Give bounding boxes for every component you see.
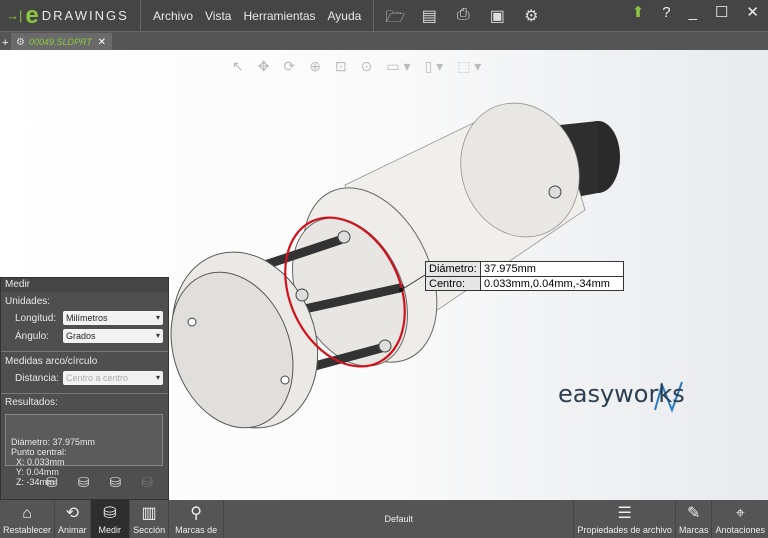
bottom-toolbar: ⌂ Restablecer ⟲ Animar ⛁ Medir ▥ Sección ⚲ Ma… (0, 500, 768, 538)
seccion-button[interactable]: ▥ Sección (130, 500, 170, 538)
menu-archivo[interactable]: Archivo (153, 9, 193, 23)
animar-button[interactable]: ⟲ Animar (55, 500, 91, 538)
stamp-icon: ⚲ (190, 505, 202, 522)
anotaciones-button[interactable]: ⌖ Anotaciones (712, 500, 768, 538)
measure-mode-icon: ⛁ (141, 474, 153, 490)
distancia-select: Centro a centro (63, 371, 163, 385)
measure-panel: Medir Unidades: Longitud:Milímetros Ángu… (0, 277, 169, 500)
measure-mode-icon[interactable]: ⛁ (78, 474, 90, 491)
tab-document[interactable]: ⚙ 00049.SLDPRT ✕ (11, 33, 112, 51)
configuration-label[interactable]: Default (224, 500, 575, 538)
tab-bar: + ⚙ 00049.SLDPRT ✕ (0, 31, 768, 51)
propiedades-button[interactable]: ☰ Propiedades de archivo (574, 500, 676, 538)
maximize-button[interactable]: ☐ (715, 3, 728, 21)
edrawings-logo: →| e DRAWINGS (0, 0, 141, 31)
measure-mode-icon[interactable]: ⛁ (109, 474, 121, 491)
medir-button[interactable]: ⛁ Medir (90, 500, 131, 538)
restablecer-button[interactable]: ⌂ Restablecer (0, 500, 56, 538)
measure-mode-icon[interactable]: ⛁ (46, 474, 58, 491)
properties-icon: ☰ (617, 505, 632, 522)
results-box: Diámetro: 37.975mm Punto central: X: 0.03… (5, 414, 163, 487)
menu-ayuda[interactable]: Ayuda (328, 9, 362, 23)
minimize-button[interactable]: _ (689, 4, 697, 21)
marcas-button[interactable]: ✎ Marcas (676, 500, 713, 538)
update-arrow-icon[interactable]: ⬆ (632, 3, 645, 21)
main-cylinder (291, 102, 586, 367)
save-icon[interactable]: ▤ (418, 6, 440, 26)
markup-pen-icon: ✎ (686, 505, 701, 522)
marcas-de-button[interactable]: ⚲ Marcas de (169, 500, 225, 538)
longitud-select[interactable]: Milímetros (63, 311, 163, 325)
menu-herramientas[interactable]: Herramientas (243, 9, 315, 23)
menu-vista[interactable]: Vista (205, 9, 231, 23)
measure-callout: Diámetro: 37.975mm Centro: 0.033mm,0.04mm,… (425, 261, 624, 291)
print-icon[interactable]: ⎙ (452, 6, 474, 26)
new-tab-button[interactable]: + (2, 37, 8, 49)
part-icon: ⚙ (16, 36, 25, 48)
menu-bar: Archivo Vista Herramientas Ayuda (141, 0, 375, 31)
title-bar: →| e DRAWINGS Archivo Vista Herramientas A… (0, 0, 768, 31)
gear-icon[interactable]: ⚙ (520, 6, 542, 26)
easyworks-watermark: easyworks (558, 380, 685, 408)
publish-icon[interactable]: ▣ (486, 6, 508, 26)
help-icon[interactable]: ? (662, 4, 670, 21)
measure-icon: ⛁ (103, 505, 117, 522)
angulo-select[interactable]: Grados (63, 329, 163, 343)
annotations-icon: ⌖ (735, 505, 745, 522)
animate-icon: ⟲ (65, 505, 79, 522)
open-icon[interactable]: 🗁 (384, 6, 406, 26)
close-button[interactable]: ✕ (746, 3, 759, 21)
section-icon: ▥ (141, 505, 157, 522)
home-icon: ⌂ (22, 505, 32, 522)
close-tab-icon[interactable]: ✕ (98, 37, 106, 48)
